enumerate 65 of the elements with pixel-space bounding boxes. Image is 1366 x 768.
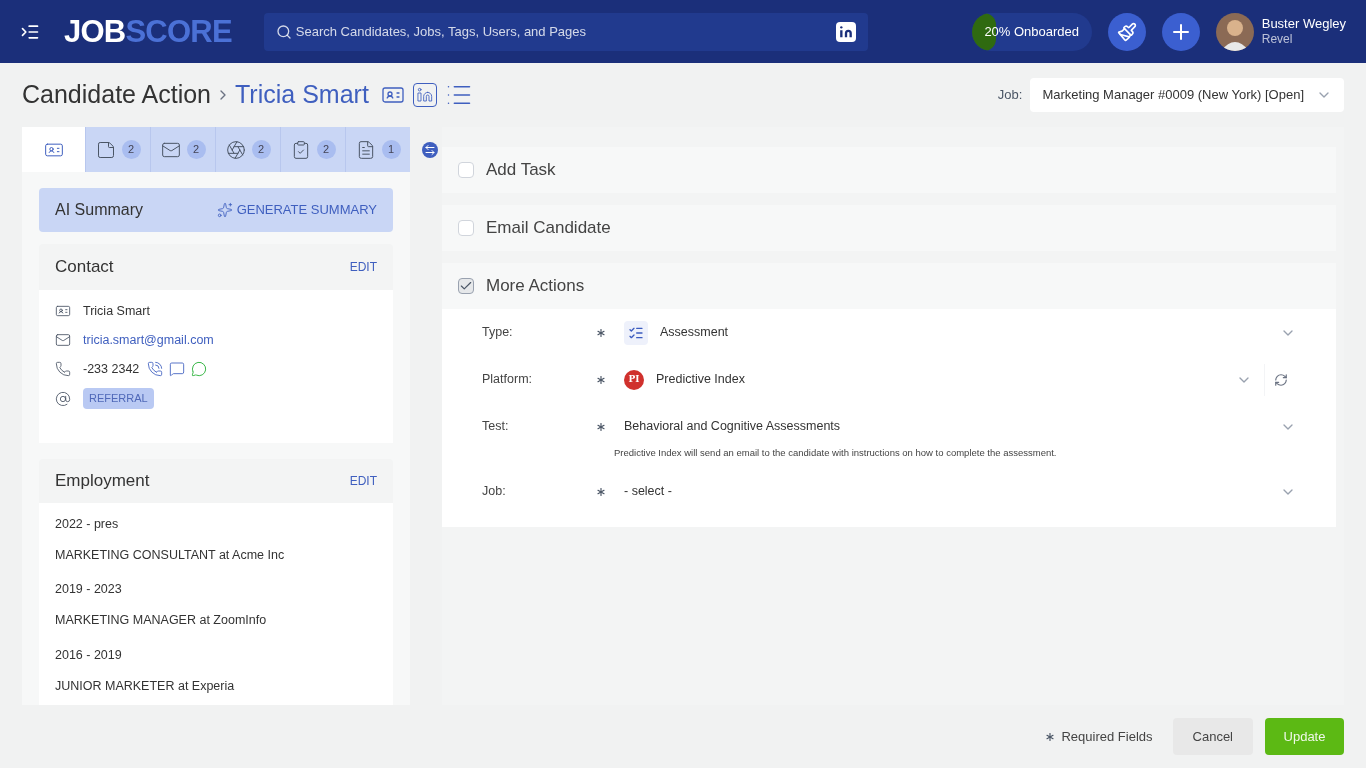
avatar[interactable] [1215, 12, 1254, 51]
search-field[interactable]: Search Candidates, Jobs, Tags, Users, and Pages [263, 12, 868, 51]
logo: JOBSCORE [64, 16, 232, 47]
checkbox[interactable] [458, 278, 474, 294]
employment-role: MARKETING CONSULTANT at Acme Inc [55, 546, 286, 564]
select-field[interactable]: Assessment [624, 314, 1296, 351]
panel-tab[interactable]: 2 [86, 127, 151, 172]
action-label: Add Task [486, 159, 556, 182]
contact-name: Tricia Smart [83, 303, 150, 320]
field-label: Type: [482, 324, 514, 342]
panel-tab[interactable]: 1 [346, 127, 410, 172]
platform-logo: PI [624, 369, 644, 390]
user-company: Revel [1261, 32, 1294, 48]
sparkle-icon [216, 202, 233, 218]
email-link[interactable]: tricia.smart@gmail.com [83, 330, 214, 350]
panel-tab[interactable]: 2 [216, 127, 281, 172]
ai-summary-title: AI Summary [55, 200, 143, 220]
card-title: Employment [55, 470, 150, 492]
employment-period: 2016 - 2019 [55, 646, 123, 664]
paintbrush-icon [1116, 21, 1137, 42]
arrows-icon [424, 144, 436, 156]
edit-link[interactable]: EDIT [349, 258, 377, 276]
checkbox[interactable] [458, 220, 474, 236]
add-button[interactable] [1161, 12, 1200, 51]
select-field[interactable]: PI Predictive Index [624, 361, 1252, 398]
field-label: Job: [482, 483, 507, 501]
employment-role: JUNIOR MARKETER at Experia [55, 677, 236, 695]
job-label: Job: [997, 86, 1023, 105]
job-select[interactable]: Marketing Manager #0009 (New York) [Open] [1030, 78, 1344, 112]
panel-tab[interactable]: 2 [281, 127, 346, 172]
phone-number: -233 2342 [83, 360, 140, 378]
notes-icon [95, 139, 116, 160]
action-label: Email Candidate [486, 217, 611, 240]
select-field[interactable]: - select - [624, 473, 1296, 510]
linkedin-icon[interactable] [412, 83, 437, 107]
select-field[interactable]: Behavioral and Cognitive Assessments [624, 408, 1296, 445]
candidate-name[interactable]: Tricia Smart [235, 76, 369, 114]
help-text: Predictive Index will send an email to the candidate with instructions on how to complete the assessment. [614, 446, 1058, 460]
checkbox[interactable] [458, 162, 474, 178]
call-icon[interactable] [147, 360, 164, 377]
panel-tab[interactable] [22, 127, 86, 172]
employment-period: 2019 - 2023 [55, 581, 123, 599]
employment-role: MARKETING MANAGER at ZoomInfo [55, 612, 268, 629]
cancel-button[interactable]: Cancel [1172, 718, 1253, 755]
user-name[interactable]: Buster Wegley [1261, 15, 1346, 33]
field-label: Test: [482, 418, 510, 436]
message-icon[interactable] [169, 360, 186, 377]
resize-handle[interactable] [422, 142, 438, 158]
field-label: Platform: [482, 371, 533, 389]
panel-tab[interactable]: 2 [151, 127, 216, 172]
search-icon [275, 23, 292, 40]
source-tag: REFERRAL [83, 388, 154, 409]
mail-icon [55, 332, 71, 349]
paintbrush-button[interactable] [1107, 12, 1146, 51]
source-icon [55, 390, 71, 407]
edit-link[interactable]: EDIT [349, 471, 377, 490]
generate-summary-button[interactable]: GENERATE SUMMARY [216, 200, 377, 220]
check-icon [459, 279, 473, 293]
card-title: Contact [55, 256, 114, 279]
refresh-icon [1273, 372, 1288, 387]
page-title: Candidate Action [22, 79, 212, 111]
required-note: Required Fields [1061, 727, 1153, 746]
employment-period: 2022 - pres [55, 515, 120, 533]
phone-icon [55, 360, 71, 377]
action-label: More Actions [486, 275, 585, 298]
